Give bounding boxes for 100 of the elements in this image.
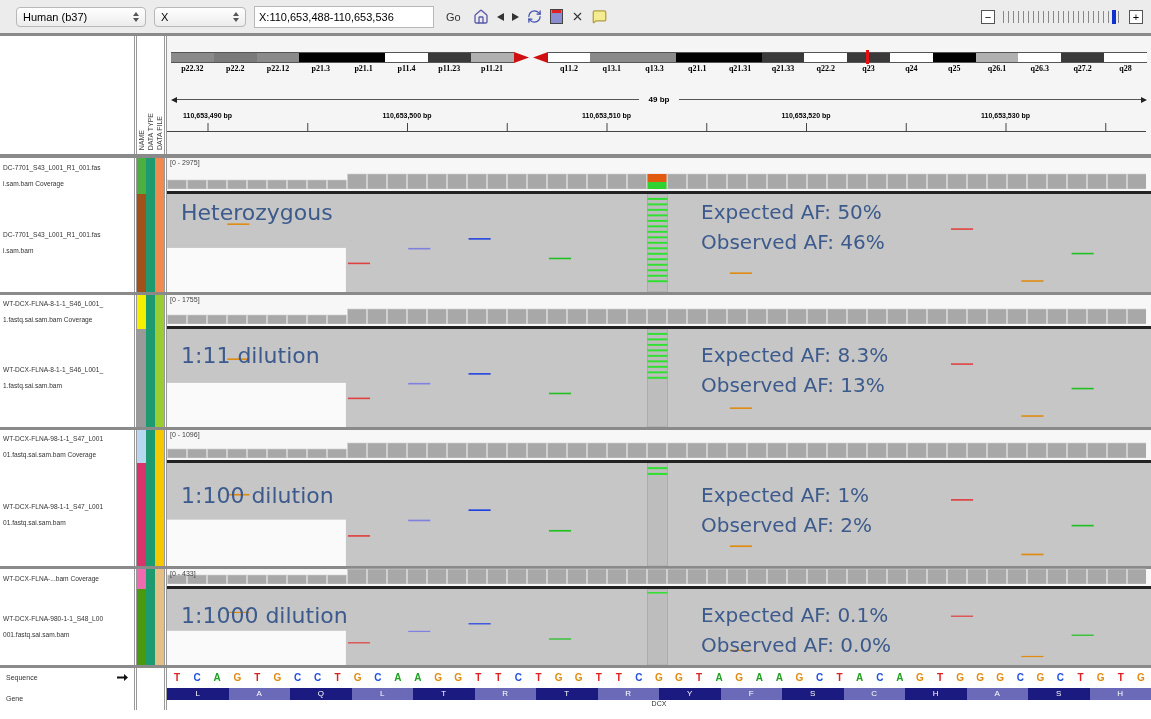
amino-acid: H (1089, 688, 1151, 700)
genome-dropdown[interactable]: Human (b37) (16, 6, 146, 27)
base-letter: G (573, 671, 584, 683)
base-letter: G (915, 671, 925, 683)
base-letter: T (253, 671, 262, 683)
base-letter: T (474, 671, 483, 683)
band-label: p21.3 (311, 64, 331, 73)
observed-af-text: Observed AF: 2% (701, 513, 873, 537)
band-label: p21.1 (354, 64, 373, 73)
zoom-thumb[interactable] (1112, 9, 1117, 24)
band-label: q24 (905, 64, 918, 73)
forward-icon[interactable] (511, 12, 519, 21)
base-letter: G (654, 671, 664, 683)
base-letter: T (173, 671, 182, 683)
updown-icon (233, 11, 239, 22)
base-letter: C (875, 671, 885, 683)
base-letter: C (814, 671, 825, 683)
base-letter: G (232, 671, 243, 683)
current-position-marker (866, 50, 870, 64)
refresh-icon[interactable] (526, 9, 542, 24)
band-label: q25 (948, 64, 961, 73)
band-label: q28 (1119, 64, 1132, 73)
base-letter: T (614, 671, 623, 683)
zoom-in-button[interactable]: + (1129, 9, 1143, 24)
base-letter: G (1135, 671, 1146, 683)
expected-af-text: Expected AF: 8.3% (701, 343, 889, 367)
back-icon[interactable] (496, 12, 504, 21)
expected-af-text: Expected AF: 50% (701, 200, 883, 224)
base-letter: G (433, 671, 443, 683)
speech-bubble-icon[interactable] (591, 9, 607, 24)
base-letter: T (935, 671, 945, 683)
sample-label: 1:11 dilution (180, 343, 321, 368)
base-letter: C (513, 671, 523, 683)
base-letter: T (695, 671, 704, 683)
band-label: q26.1 (987, 64, 1007, 73)
amino-acid: A (228, 688, 290, 700)
base-letter: G (1095, 671, 1106, 683)
base-letter: G (734, 671, 745, 683)
base-letter: G (975, 671, 986, 683)
amino-acid: A (966, 688, 1028, 700)
sample-label: 1:100 dilution (180, 483, 335, 508)
base-letter: T (494, 671, 503, 683)
sample-label: 1:1000 dilution (180, 603, 349, 628)
band-label: q26.3 (1030, 64, 1050, 73)
chromosome-band[interactable] (385, 52, 428, 63)
band-label: q22.2 (816, 64, 835, 73)
chromosome-dropdown[interactable]: X (154, 6, 246, 27)
go-button[interactable]: Go (442, 10, 465, 23)
region-icon[interactable] (549, 9, 563, 24)
base-letter: C (292, 671, 303, 683)
base-letter: G (995, 671, 1006, 683)
chromosome-band[interactable] (547, 52, 591, 63)
band-label: q27.2 (1073, 64, 1092, 73)
left-arrow-icon (171, 96, 177, 103)
observed-af-text: Observed AF: 0.0% (701, 633, 892, 657)
chromosome-band[interactable] (470, 52, 514, 63)
base-letter: A (754, 671, 764, 683)
base-letter: T (534, 671, 543, 683)
band-label: p11.23 (438, 64, 461, 73)
zoom-out-button[interactable]: − (981, 9, 995, 24)
base-letter: G (352, 671, 363, 683)
band-label: q21.31 (728, 64, 752, 73)
chromosome-band[interactable] (1104, 52, 1147, 63)
band-label: q11.2 (559, 64, 578, 73)
base-letter: T (1076, 671, 1085, 683)
band-label: p11.21 (481, 64, 504, 73)
band-label: q13.3 (645, 64, 664, 73)
expected-af-text: Expected AF: 0.1% (701, 603, 890, 627)
locus-field[interactable]: X:110,653,488-110,653,536 (254, 5, 434, 28)
chromosome-band[interactable] (1018, 52, 1062, 63)
base-letter: A (895, 671, 905, 683)
chromosome-band[interactable] (804, 52, 848, 63)
observed-af-text: Observed AF: 13% (701, 373, 886, 397)
base-letter: G (272, 671, 283, 683)
base-letter: G (794, 671, 805, 683)
band-label: q23 (862, 64, 875, 73)
expected-af-text: Expected AF: 1% (701, 483, 871, 507)
base-letter: G (553, 671, 564, 683)
chromosome-band[interactable] (890, 52, 933, 63)
base-letter: A (774, 671, 784, 683)
band-label: p22.2 (226, 64, 245, 73)
base-letter: T (333, 671, 342, 683)
observed-af-text: Observed AF: 46% (701, 230, 885, 254)
base-letter: T (594, 671, 603, 683)
base-letter: G (955, 671, 965, 683)
base-letter: A (212, 671, 222, 683)
base-letter: G (674, 671, 684, 683)
base-letter: A (413, 671, 423, 683)
base-letter: C (1015, 671, 1025, 683)
home-icon[interactable] (472, 8, 489, 25)
band-label: p22.32 (181, 64, 204, 73)
base-letter: A (855, 671, 865, 683)
band-label: p22.12 (266, 64, 290, 73)
amino-acid: R (597, 688, 659, 700)
base-letter: A (393, 671, 403, 683)
updown-icon (133, 11, 139, 22)
strand-arrow-icon[interactable] (117, 673, 128, 681)
span-label: 49 bp (647, 95, 671, 104)
base-letter: A (714, 671, 724, 683)
chromosome-band[interactable] (975, 52, 1019, 63)
